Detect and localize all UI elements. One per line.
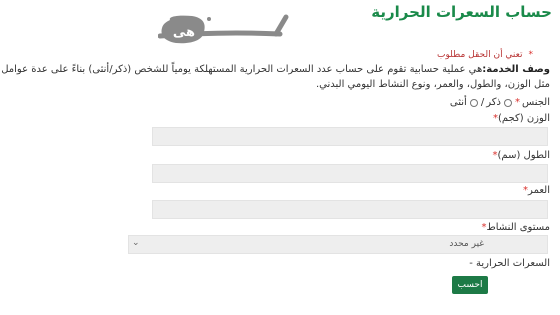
required-star: * <box>528 50 534 60</box>
site-logo: هى <box>157 12 336 48</box>
age-input[interactable] <box>152 200 548 219</box>
logo-text: هى <box>173 25 195 40</box>
height-label: الطول (سم) <box>497 150 550 161</box>
gender-row: الجنس * ذكر / أنثى <box>449 97 550 108</box>
weight-label: الوزن (كجم) <box>497 113 550 124</box>
age-label: العمر <box>528 185 550 196</box>
activity-selected-value: غير محدد <box>449 239 484 249</box>
required-note-text: تعني أن الحقل مطلوب <box>437 50 523 60</box>
weight-label-row: الوزن (كجم)* <box>493 113 550 124</box>
gender-male-radio[interactable] <box>503 98 512 107</box>
weight-input[interactable] <box>152 127 548 146</box>
required-note: * تعني أن الحقل مطلوب <box>437 50 533 60</box>
age-label-row: العمر* <box>523 185 550 196</box>
calculate-button[interactable]: احسب <box>452 276 488 294</box>
gender-female-label: أنثى <box>449 97 467 108</box>
gender-label: الجنس <box>521 97 550 108</box>
height-input[interactable] <box>152 164 548 183</box>
calories-result: السعرات الحرارية - <box>469 258 550 269</box>
required-star: * <box>514 97 520 108</box>
activity-label: مستوى النشاط <box>486 222 550 233</box>
page-title: حساب السعرات الحرارية <box>371 3 552 21</box>
chevron-down-icon: ⌄ <box>132 238 140 248</box>
height-label-row: الطول (سم)* <box>493 150 550 161</box>
service-description: وصف الخدمة:هي عملية حسابية تقوم على حساب… <box>0 63 550 92</box>
gender-female-radio[interactable] <box>469 98 478 107</box>
description-text: هي عملية حسابية تقوم على حساب عدد السعرا… <box>1 64 550 90</box>
activity-select[interactable]: غير محدد ⌄ <box>128 235 548 254</box>
gender-male-label: ذكر <box>486 97 501 108</box>
activity-label-row: مستوى النشاط* <box>481 222 550 233</box>
description-label: وصف الخدمة: <box>482 64 550 75</box>
